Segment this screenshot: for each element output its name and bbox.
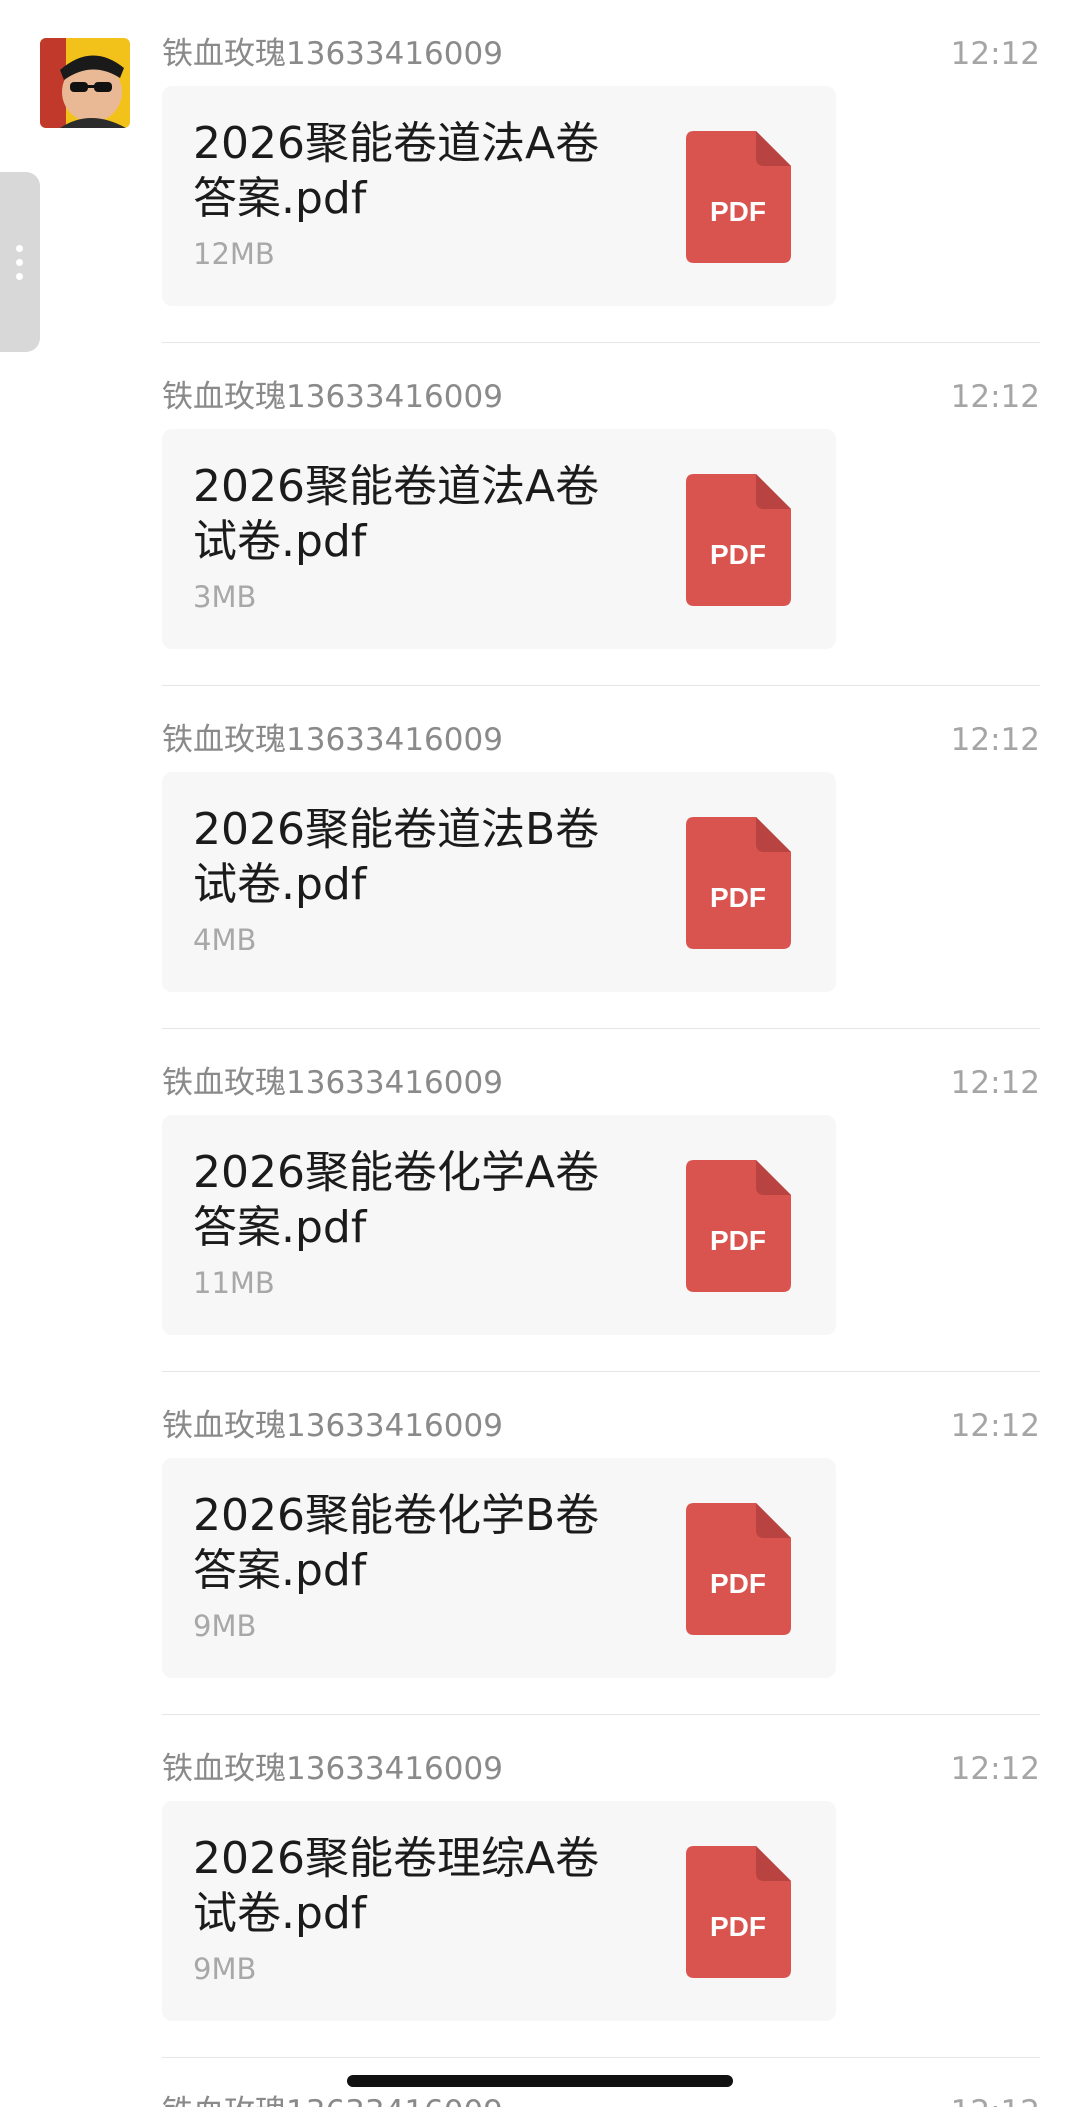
pdf-file-icon: PDF: [686, 1846, 791, 1978]
message-time: 12:12: [950, 722, 1040, 758]
sender-name: 铁血玫瑰13633416009: [162, 2092, 503, 2107]
message-item: 铁血玫瑰13633416009 12:12 2026聚能卷道法A卷答案.pdf …: [162, 0, 1040, 343]
pdf-file-icon: PDF: [686, 474, 791, 606]
file-name: 2026聚能卷道法B卷试卷.pdf: [193, 804, 600, 910]
file-size: 12MB: [193, 237, 275, 271]
file-card[interactable]: 2026聚能卷道法A卷答案.pdf 12MB PDF: [162, 86, 836, 306]
file-card[interactable]: 2026聚能卷理综A卷试卷.pdf 9MB PDF: [162, 1801, 836, 2021]
pdf-label: PDF: [710, 882, 766, 913]
avatar[interactable]: [40, 38, 130, 128]
message-item: 铁血玫瑰13633416009 12:12 2026聚能卷道法A卷试卷.pdf …: [162, 343, 1040, 686]
avatar-image: [40, 38, 130, 128]
file-card[interactable]: 2026聚能卷化学B卷答案.pdf 9MB PDF: [162, 1458, 836, 1678]
message-time: 12:12: [951, 2092, 1040, 2107]
message-time: 12:12: [950, 379, 1040, 415]
side-floating-handle[interactable]: [0, 172, 40, 352]
sender-name: 铁血玫瑰13633416009: [162, 722, 503, 758]
pdf-file-icon: PDF: [686, 1503, 791, 1635]
message-item: 铁血玫瑰13633416009 12:12 2026聚能卷化学A卷答案.pdf …: [162, 1029, 1040, 1372]
file-name: 2026聚能卷理综A卷试卷.pdf: [193, 1833, 600, 1939]
message-item: 铁血玫瑰13633416009 12:12 2026聚能卷化学B卷答案.pdf …: [162, 1372, 1040, 1715]
file-size: 9MB: [193, 1609, 257, 1643]
file-size: 4MB: [193, 923, 257, 957]
file-size: 3MB: [193, 580, 257, 614]
pdf-label: PDF: [710, 1911, 766, 1942]
pdf-label: PDF: [710, 196, 766, 227]
file-card[interactable]: 2026聚能卷道法B卷试卷.pdf 4MB PDF: [162, 772, 836, 992]
sender-name: 铁血玫瑰13633416009: [162, 1065, 503, 1101]
sender-name: 铁血玫瑰13633416009: [162, 1751, 503, 1787]
sender-name: 铁血玫瑰13633416009: [162, 1408, 503, 1444]
message-time: 12:12: [950, 1751, 1040, 1787]
pdf-file-icon: PDF: [686, 817, 791, 949]
pdf-label: PDF: [710, 1568, 766, 1599]
pdf-label: PDF: [710, 1225, 766, 1256]
message-item: 铁血玫瑰13633416009 12:12 2026聚能卷道法B卷试卷.pdf …: [162, 686, 1040, 1029]
pdf-file-icon: PDF: [686, 1160, 791, 1292]
file-name: 2026聚能卷化学B卷答案.pdf: [193, 1490, 600, 1596]
file-card[interactable]: 2026聚能卷化学A卷答案.pdf 11MB PDF: [162, 1115, 836, 1335]
file-size: 9MB: [193, 1952, 257, 1986]
file-name: 2026聚能卷化学A卷答案.pdf: [193, 1147, 600, 1253]
sender-name: 铁血玫瑰13633416009: [162, 36, 503, 72]
file-size: 11MB: [193, 1266, 275, 1300]
message-item: 铁血玫瑰13633416009 12:12 2026聚能卷理综A卷试卷.pdf …: [162, 1715, 1040, 2058]
file-card[interactable]: 2026聚能卷道法A卷试卷.pdf 3MB PDF: [162, 429, 836, 649]
file-name: 2026聚能卷道法A卷答案.pdf: [193, 118, 600, 224]
message-time: 12:12: [950, 36, 1040, 72]
message-time: 12:12: [950, 1408, 1040, 1444]
message-time: 12:12: [950, 1065, 1040, 1101]
pdf-label: PDF: [710, 539, 766, 570]
home-indicator[interactable]: [347, 2075, 733, 2087]
file-name: 2026聚能卷道法A卷试卷.pdf: [193, 461, 600, 567]
pdf-file-icon: PDF: [686, 131, 791, 263]
sender-name: 铁血玫瑰13633416009: [162, 379, 503, 415]
